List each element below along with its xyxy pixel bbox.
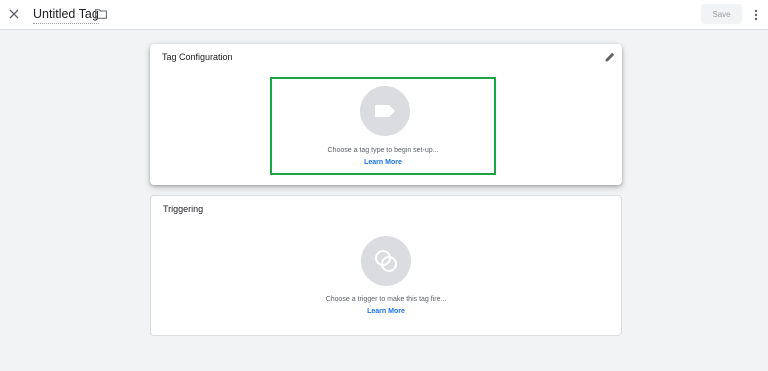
close-icon [9,9,19,19]
folder-button[interactable] [95,7,107,21]
trigger-placeholder[interactable] [361,236,411,286]
tag-type-icon [375,105,395,117]
choose-tag-type-area[interactable]: Choose a tag type to begin set-up... Lea… [270,77,496,175]
pencil-icon [605,52,615,62]
triggering-learn-more-link[interactable]: Learn More [367,308,405,315]
trigger-icon [375,250,397,272]
top-bar: Untitled Tag Save [0,0,768,30]
folder-icon [95,9,107,19]
tag-type-hint: Choose a tag type to begin set-up... [327,147,439,154]
triggering-title: Triggering [163,204,204,214]
tag-name-field[interactable]: Untitled Tag [33,6,99,24]
triggering-card[interactable]: Triggering Choose a trigger to make this… [150,195,622,336]
trigger-hint: Choose a trigger to make this tag fire..… [325,296,447,303]
edit-tag-configuration-button[interactable] [604,50,616,62]
close-button[interactable] [5,5,23,23]
tag-configuration-card[interactable]: Tag Configuration Choose a tag type to b… [150,44,622,185]
save-button[interactable]: Save [701,4,742,24]
tag-configuration-title: Tag Configuration [162,52,233,62]
tag-configuration-learn-more-link[interactable]: Learn More [364,159,402,166]
more-options-button[interactable] [751,7,761,23]
tag-type-placeholder[interactable] [360,86,410,136]
more-vert-icon [754,9,758,21]
